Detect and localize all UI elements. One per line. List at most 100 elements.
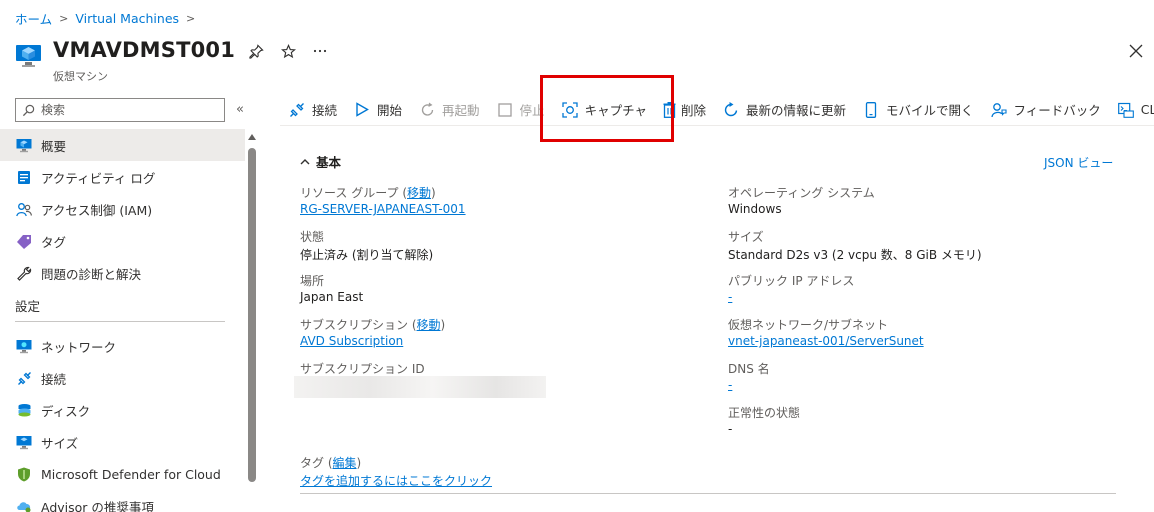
wrench-icon <box>15 264 33 282</box>
add-tags-link[interactable]: タグを追加するにはここをクリック <box>300 474 492 488</box>
breadcrumb-virtual-machines[interactable]: Virtual Machines <box>75 11 179 26</box>
essentials-right-column: オペレーティング システム Windows サイズ Standard D2s v… <box>728 184 1128 448</box>
size-field: サイズ Standard D2s v3 (2 vcpu 数、8 GiB メモリ) <box>728 228 1128 272</box>
sidebar-item-label: Microsoft Defender for Cloud <box>41 466 221 482</box>
tags-edit-link[interactable]: 編集 <box>333 456 357 470</box>
close-icon[interactable] <box>1127 42 1145 60</box>
mobile-icon <box>862 101 880 119</box>
sidebar-item-label: 接続 <box>41 371 67 387</box>
sidebar-search[interactable] <box>15 98 225 122</box>
open-in-mobile-button[interactable]: モバイルで開く <box>854 96 982 124</box>
status-field: 状態 停止済み (割り当て解除) <box>300 228 700 272</box>
vnet-link[interactable]: vnet-japaneast-001/ServerSunet <box>728 334 924 348</box>
sidebar-item-defender[interactable]: Microsoft Defender for Cloud <box>0 458 245 490</box>
start-button[interactable]: 開始 <box>345 96 410 124</box>
tags-field: タグ (編集) タグを追加するにはここをクリック <box>300 456 493 488</box>
restart-label: 再起動 <box>442 103 480 118</box>
sidebar-item-diagnose[interactable]: 問題の診断と解決 <box>0 257 245 289</box>
monitor-icon <box>15 136 33 154</box>
sidebar-item-tags[interactable]: タグ <box>0 225 245 257</box>
subscription-label: サブスクリプション <box>300 318 409 332</box>
star-icon[interactable] <box>279 42 297 60</box>
public-ip-field: パブリック IP アドレス - <box>728 272 1128 316</box>
breadcrumb: ホーム > Virtual Machines > <box>15 9 202 28</box>
subscription-move-link[interactable]: 移動 <box>417 318 441 332</box>
sidebar-item-label: ディスク <box>41 403 91 419</box>
sidebar-scrollbar[interactable] <box>247 134 257 512</box>
search-icon <box>22 104 35 116</box>
cli-ps-button[interactable]: CLI / PS <box>1109 96 1154 124</box>
sidebar-divider <box>15 321 225 322</box>
refresh-label: 最新の情報に更新 <box>745 103 846 118</box>
health-label: 正常性の状態 <box>728 406 801 420</box>
delete-button[interactable]: 削除 <box>655 96 714 124</box>
feedback-button[interactable]: フィードバック <box>982 96 1109 124</box>
sidebar-item-label: Advisor の推奨事項 <box>41 499 154 512</box>
sidebar-item-label: アクセス制御 (IAM) <box>41 202 153 218</box>
start-label: 開始 <box>377 103 403 118</box>
public-ip-link[interactable]: - <box>728 290 732 304</box>
sidebar-item-size[interactable]: サイズ <box>0 426 245 458</box>
dns-label: DNS 名 <box>728 362 770 376</box>
sidebar: « 概要 アクティビティ ログ アクセス制御 (IAM) タグ <box>0 94 260 512</box>
activity-log-icon <box>15 168 33 186</box>
essentials-toggle[interactable]: 基本 <box>300 152 341 171</box>
mobile-label: モバイルで開く <box>885 103 974 118</box>
restart-icon <box>418 101 436 119</box>
capture-icon <box>561 101 579 119</box>
search-input[interactable] <box>41 103 211 117</box>
resource-group-move-link[interactable]: 移動 <box>407 186 431 200</box>
sidebar-item-label: アクティビティ ログ <box>41 170 156 186</box>
connect-label: 接続 <box>312 103 338 118</box>
sidebar-item-disks[interactable]: ディスク <box>0 394 245 426</box>
shield-icon <box>15 465 33 483</box>
collapse-sidebar-icon[interactable]: « <box>236 102 244 117</box>
feedback-label: フィードバック <box>1013 103 1101 118</box>
json-view-link[interactable]: JSON ビュー <box>1044 154 1113 171</box>
sidebar-item-iam[interactable]: アクセス制御 (IAM) <box>0 193 245 225</box>
resource-group-link[interactable]: RG-SERVER-JAPANEAST-001 <box>300 202 466 216</box>
plug-icon <box>288 101 306 119</box>
essentials-left-column: リソース グループ (移動) RG-SERVER-JAPANEAST-001 状… <box>300 184 700 404</box>
connect-button[interactable]: 接続 <box>280 96 345 124</box>
essentials-header: 基本 <box>316 155 342 170</box>
size-value: Standard D2s v3 (2 vcpu 数、8 GiB メモリ) <box>728 248 982 262</box>
people-icon <box>15 200 33 218</box>
chevron-up-icon <box>300 155 310 168</box>
dns-link[interactable]: - <box>728 378 732 392</box>
sidebar-item-connect[interactable]: 接続 <box>0 362 245 394</box>
trash-icon <box>661 101 679 119</box>
scroll-up-arrow-icon[interactable] <box>248 134 256 140</box>
health-field: 正常性の状態 - <box>728 404 1128 448</box>
page-subtitle: 仮想マシン <box>53 70 108 83</box>
subscription-link[interactable]: AVD Subscription <box>300 334 403 348</box>
stop-button[interactable]: 停止 <box>488 96 553 124</box>
cli-icon <box>1117 101 1135 119</box>
sidebar-item-advisor[interactable]: Advisor の推奨事項 <box>0 490 245 512</box>
scroll-thumb[interactable] <box>248 148 256 482</box>
redacted-subscription-id <box>294 376 546 398</box>
virtual-machine-icon <box>16 45 41 67</box>
dns-field: DNS 名 - <box>728 360 1128 404</box>
refresh-icon <box>722 101 740 119</box>
sidebar-item-activity-log[interactable]: アクティビティ ログ <box>0 161 245 193</box>
capture-button[interactable]: キャプチャ <box>553 96 655 124</box>
sidebar-item-network[interactable]: ネットワーク <box>0 330 245 362</box>
chevron-right-icon: > <box>59 12 69 25</box>
refresh-button[interactable]: 最新の情報に更新 <box>714 96 854 124</box>
more-icon[interactable] <box>311 42 329 60</box>
vnet-label: 仮想ネットワーク/サブネット <box>728 318 889 332</box>
pin-icon[interactable] <box>247 42 265 60</box>
network-icon <box>15 337 33 355</box>
health-value: - <box>728 422 733 436</box>
sidebar-item-label: タグ <box>41 234 67 250</box>
breadcrumb-home[interactable]: ホーム <box>15 9 52 28</box>
sidebar-item-label: 概要 <box>41 138 67 154</box>
size-label: サイズ <box>728 230 764 244</box>
status-value: 停止済み (割り当て解除) <box>300 248 434 262</box>
location-label: 場所 <box>300 274 325 288</box>
vnet-field: 仮想ネットワーク/サブネット vnet-japaneast-001/Server… <box>728 316 1128 360</box>
page-title: VMAVDMST001 <box>53 38 236 62</box>
restart-button[interactable]: 再起動 <box>410 96 488 124</box>
sidebar-item-overview[interactable]: 概要 <box>0 129 245 161</box>
